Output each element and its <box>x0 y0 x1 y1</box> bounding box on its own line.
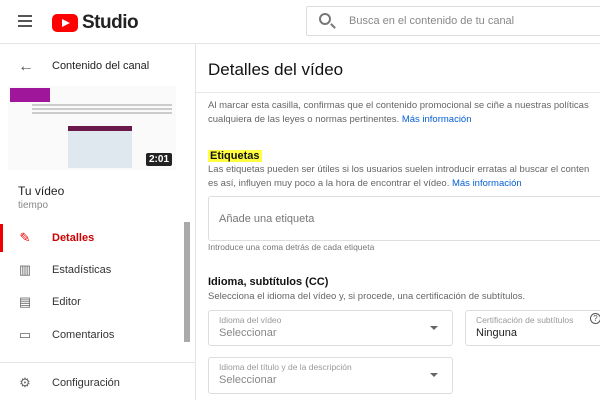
dropdown-caret-icon <box>430 373 438 377</box>
comment-icon: ▭ <box>18 327 32 342</box>
video-subtitle: tiempo <box>18 200 49 211</box>
logo-text: Studio <box>82 12 139 33</box>
sidebar-item-label: Comentarios <box>52 329 115 341</box>
select-value: Ninguna <box>476 327 517 339</box>
language-heading: Idioma, subtítulos (CC) <box>208 276 329 288</box>
promo-text: Al marcar esta casilla, confirmas que el… <box>208 100 589 111</box>
back-arrow-icon[interactable]: ← <box>18 58 34 76</box>
promo-text-2: cualquiera de las leyes o normas pertine… <box>208 113 472 127</box>
tags-description: Las etiquetas pueden ser útiles si los u… <box>208 164 590 175</box>
sidebar-item-settings[interactable]: ⚙ Configuración <box>0 367 184 399</box>
select-label: Certificación de subtítulos <box>476 315 574 325</box>
youtube-play-icon <box>52 14 78 32</box>
youtube-studio-logo[interactable]: Studio <box>52 12 139 34</box>
select-label: Idioma del vídeo <box>219 315 282 325</box>
sidebar-item-label: Configuración <box>52 377 120 389</box>
select-value: Seleccionar <box>219 374 277 386</box>
title-language-select[interactable]: Idioma del título y de la descripción Sel… <box>208 357 453 394</box>
help-icon[interactable]: ? <box>590 313 600 324</box>
promo-text-line: cualquiera de las leyes o normas pertine… <box>208 114 400 125</box>
channel-content-link[interactable]: Contenido del canal <box>52 60 149 72</box>
divider <box>0 362 196 363</box>
divider <box>196 92 600 93</box>
video-title: Tu vídeo <box>18 184 65 198</box>
sidebar-scrollbar[interactable] <box>184 222 190 342</box>
sidebar: ← Contenido del canal 2:01 Tu vídeo tiem… <box>0 44 196 400</box>
language-description: Selecciona el idioma del vídeo y, si pro… <box>208 291 526 302</box>
sidebar-item-label: Detalles <box>52 232 95 244</box>
video-thumbnail[interactable]: 2:01 <box>8 86 176 170</box>
sidebar-item-label: Editor <box>52 296 81 308</box>
menu-icon[interactable] <box>18 15 32 30</box>
more-info-link[interactable]: Más información <box>402 114 472 125</box>
analytics-icon: ▥ <box>18 262 32 277</box>
tags-heading: Etiquetas <box>208 150 262 162</box>
top-bar: Studio Busca en el contenido de tu canal <box>0 0 600 44</box>
duration-badge: 2:01 <box>145 153 172 166</box>
dropdown-caret-icon <box>430 326 438 330</box>
search-placeholder: Busca en el contenido de tu canal <box>349 15 515 27</box>
search-input[interactable]: Busca en el contenido de tu canal <box>306 6 600 36</box>
more-info-link[interactable]: Más información <box>452 178 522 189</box>
tags-input[interactable]: Añade una etiqueta <box>208 196 600 241</box>
tags-description-2: es así, influyen muy poco a la hora de e… <box>208 177 522 191</box>
gear-icon: ⚙ <box>19 375 31 390</box>
thumbnail-text <box>32 104 172 116</box>
tags-heading-text: Etiquetas <box>208 150 262 162</box>
page-title: Detalles del vídeo <box>208 60 344 79</box>
thumbnail-screenshot <box>68 126 132 168</box>
clapperboard-icon: ▤ <box>18 294 32 309</box>
sidebar-item-comments[interactable]: ▭ Comentarios <box>0 319 184 351</box>
tags-hint: Introduce una coma detrás de cada etique… <box>208 242 375 252</box>
sidebar-item-details[interactable]: ✎ Detalles <box>0 222 184 254</box>
sidebar-item-analytics[interactable]: ▥ Estadísticas <box>0 254 184 286</box>
video-language-select[interactable]: Idioma del vídeo Seleccionar <box>208 310 453 346</box>
pencil-icon: ✎ <box>19 230 31 245</box>
tags-placeholder: Añade una etiqueta <box>219 213 315 225</box>
tags-description-line: es así, influyen muy poco a la hora de e… <box>208 178 450 189</box>
sidebar-item-label: Estadísticas <box>52 264 112 276</box>
select-value: Seleccionar <box>219 327 277 339</box>
thumbnail-logo <box>10 88 50 102</box>
select-label: Idioma del título y de la descripción <box>219 362 352 372</box>
search-icon <box>319 13 331 25</box>
sidebar-item-editor[interactable]: ▤ Editor <box>0 286 184 318</box>
caption-certification-select[interactable]: Certificación de subtítulos Ninguna? <box>465 310 600 346</box>
